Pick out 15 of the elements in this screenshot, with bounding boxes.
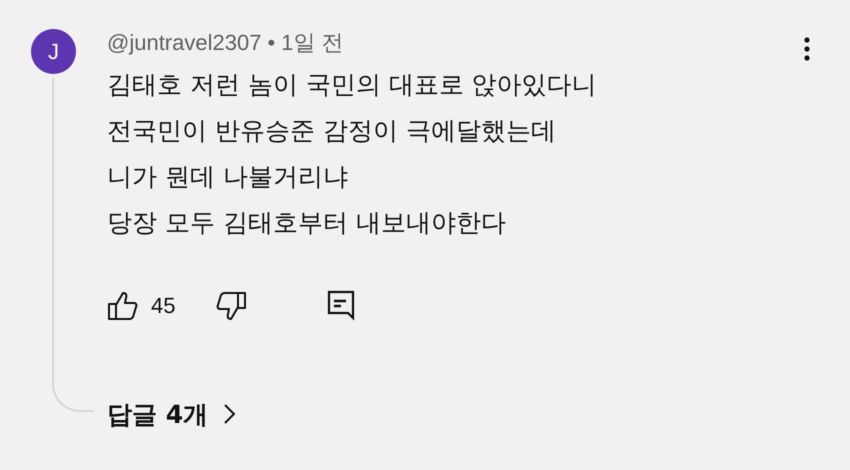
comment-line: 전국민이 반유승준 감정이 극에달했는데 bbox=[107, 115, 556, 147]
separator: • bbox=[267, 30, 276, 56]
more-icon[interactable] bbox=[804, 37, 810, 61]
chevron-right-icon bbox=[224, 404, 236, 424]
reply-icon[interactable] bbox=[327, 290, 356, 322]
comment-line: 당장 모두 김태호부터 내보내야한다 bbox=[107, 207, 506, 239]
timestamp: 1일 전 bbox=[281, 29, 344, 57]
avatar[interactable]: J bbox=[31, 29, 76, 74]
thumbs-down-icon[interactable] bbox=[215, 291, 248, 321]
comment-line: 니가 뭔데 나불거리냐 bbox=[107, 161, 348, 193]
like-count: 45 bbox=[151, 293, 176, 319]
comment-line: 김태호 저런 놈이 국민의 대표로 앉아있다니 bbox=[107, 69, 597, 101]
thumbs-up-icon[interactable] bbox=[107, 291, 139, 321]
author-name[interactable]: @juntravel2307 bbox=[107, 30, 262, 56]
replies-button[interactable]: 답글 4개 bbox=[107, 392, 236, 436]
